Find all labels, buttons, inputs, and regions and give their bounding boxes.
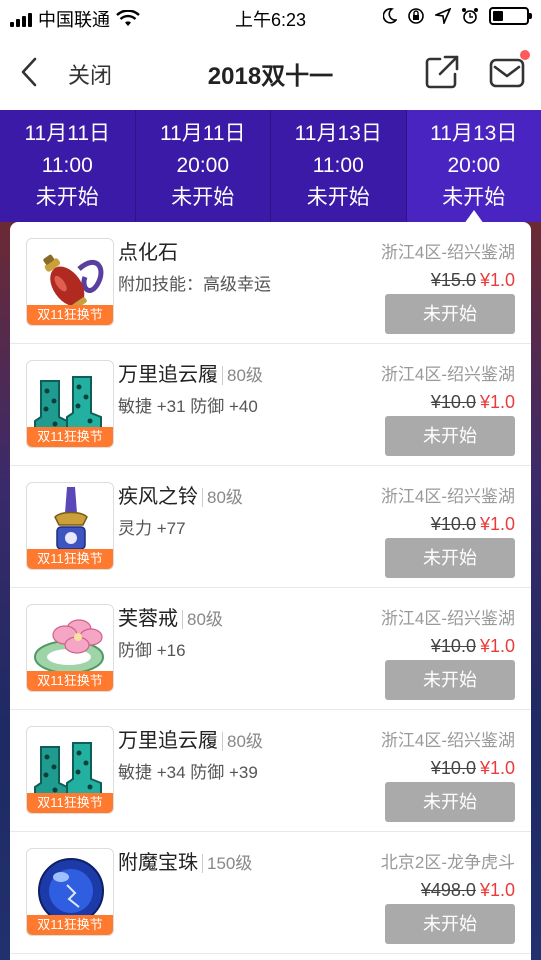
not-started-button[interactable]: 未开始 <box>385 538 515 578</box>
item-server: 浙江4区-绍兴鉴湖 <box>380 487 515 506</box>
sale-price: ¥1.0 <box>479 270 515 290</box>
original-price: ¥10.0 <box>430 636 476 656</box>
item-name: 万里追云履 80级 <box>118 724 263 753</box>
tab-status: 未开始 <box>306 186 370 209</box>
item-title: 附魔宝珠 <box>118 852 198 874</box>
tab-status: 未开始 <box>35 186 99 209</box>
messages-button[interactable] <box>488 50 530 90</box>
tab-date: 11月11日 <box>24 122 111 145</box>
tab-status: 未开始 <box>171 186 235 209</box>
session-tabs: 11月11日 11:00 未开始 11月11日 20:00 未开始 11月13日… <box>0 110 541 224</box>
tab-session-3[interactable]: 11月13日 11:00 未开始 <box>271 110 407 222</box>
sale-price: ¥1.0 <box>479 514 515 534</box>
battery-icon <box>489 7 532 25</box>
item-thumbnail: 双11狂换节 <box>26 726 114 814</box>
sale-price: ¥1.0 <box>479 636 515 656</box>
original-price: ¥10.0 <box>430 514 476 534</box>
item-name: 疾风之铃 80级 <box>118 480 243 509</box>
item-server: 浙江4区-绍兴鉴湖 <box>380 243 515 262</box>
item-attributes: 附加技能：高级幸运 <box>118 275 271 294</box>
item-title: 点化石 <box>118 242 178 264</box>
original-price: ¥15.0 <box>430 270 476 290</box>
list-item[interactable]: 双11狂换节 附魔宝珠 150级 北京2区-龙争虎斗 ¥498.0 ¥1.0 未开始 <box>10 832 531 954</box>
item-level: 80级 <box>222 732 263 751</box>
not-started-button[interactable]: 未开始 <box>385 782 515 822</box>
item-price: ¥10.0 ¥1.0 <box>431 636 515 657</box>
item-level: 80级 <box>182 610 223 629</box>
item-thumbnail: 双11狂换节 <box>26 848 114 936</box>
item-attributes: 敏捷 +31 防御 +40 <box>118 397 258 416</box>
item-title: 芙蓉戒 <box>118 608 178 630</box>
item-title: 万里追云履 <box>118 730 218 752</box>
original-price: ¥10.0 <box>430 392 476 412</box>
share-icon <box>425 55 459 89</box>
item-server: 浙江4区-绍兴鉴湖 <box>380 731 515 750</box>
item-name: 万里追云履 80级 <box>118 358 263 387</box>
tab-time: 11:00 <box>41 154 93 177</box>
list-item[interactable]: 双11狂换节 点化石 附加技能：高级幸运 浙江4区-绍兴鉴湖 ¥15.0 ¥1.0… <box>10 222 531 344</box>
tab-time: 11:00 <box>312 154 364 177</box>
promo-badge: 双11狂换节 <box>27 427 113 447</box>
item-thumbnail: 双11狂换节 <box>26 360 114 448</box>
item-level: 80级 <box>222 366 263 385</box>
original-price: ¥498.0 <box>420 880 476 900</box>
item-server: 北京2区-龙争虎斗 <box>380 853 515 872</box>
item-name: 芙蓉戒 80级 <box>118 602 223 631</box>
promo-badge: 双11狂换节 <box>27 793 113 813</box>
item-list: 双11狂换节 点化石 附加技能：高级幸运 浙江4区-绍兴鉴湖 ¥15.0 ¥1.0… <box>10 222 531 960</box>
location-icon <box>435 8 451 24</box>
tab-date: 11月13日 <box>294 122 382 145</box>
share-button[interactable] <box>424 54 460 90</box>
item-attributes: 防御 +16 <box>118 641 186 660</box>
status-bar: 中国联通 上午6:23 <box>0 0 541 34</box>
item-thumbnail: 双11狂换节 <box>26 482 114 570</box>
item-name: 点化石 <box>118 236 178 265</box>
nav-bar: 关闭 2018双十一 <box>0 34 541 110</box>
tab-time: 20:00 <box>447 154 501 177</box>
item-thumbnail: 双11狂换节 <box>26 238 114 326</box>
list-item[interactable]: 双11狂换节 万里追云履 80级 敏捷 +31 防御 +40 浙江4区-绍兴鉴湖 … <box>10 344 531 466</box>
alarm-icon <box>462 8 478 24</box>
list-item[interactable]: 双11狂换节 疾风之铃 80级 灵力 +77 浙江4区-绍兴鉴湖 ¥10.0 ¥1.… <box>10 466 531 588</box>
tab-time: 20:00 <box>176 154 230 177</box>
item-thumbnail: 双11狂换节 <box>26 604 114 692</box>
promo-badge: 双11狂换节 <box>27 549 113 569</box>
item-price: ¥10.0 ¥1.0 <box>431 514 515 535</box>
tab-date: 11月13日 <box>430 122 518 145</box>
not-started-button[interactable]: 未开始 <box>385 416 515 456</box>
item-attributes: 灵力 +77 <box>118 519 186 538</box>
item-title: 疾风之铃 <box>118 486 198 508</box>
item-name: 附魔宝珠 150级 <box>118 846 253 875</box>
not-started-button[interactable]: 未开始 <box>385 294 515 334</box>
promo-badge: 双11狂换节 <box>27 305 113 325</box>
tab-session-2[interactable]: 11月11日 20:00 未开始 <box>135 110 271 222</box>
item-server: 浙江4区-绍兴鉴湖 <box>380 609 515 628</box>
item-price: ¥498.0 ¥1.0 <box>421 880 515 901</box>
item-level: 80级 <box>202 488 243 507</box>
list-item[interactable]: 双11狂换节 万里追云履 80级 敏捷 +34 防御 +39 浙江4区-绍兴鉴湖 … <box>10 710 531 832</box>
item-price: ¥10.0 ¥1.0 <box>431 758 515 779</box>
status-icons <box>383 7 532 25</box>
item-attributes: 敏捷 +34 防御 +39 <box>118 763 258 782</box>
list-item[interactable]: 双11狂换节 芙蓉戒 80级 防御 +16 浙江4区-绍兴鉴湖 ¥10.0 ¥1.0… <box>10 588 531 710</box>
original-price: ¥10.0 <box>430 758 476 778</box>
sale-price: ¥1.0 <box>479 392 515 412</box>
tab-date: 11月11日 <box>159 122 246 145</box>
not-started-button[interactable]: 未开始 <box>385 904 515 944</box>
item-title: 万里追云履 <box>118 364 218 386</box>
promo-badge: 双11狂换节 <box>27 671 113 691</box>
sale-price: ¥1.0 <box>479 880 515 900</box>
moon-icon <box>383 8 397 24</box>
sale-price: ¥1.0 <box>479 758 515 778</box>
not-started-button[interactable]: 未开始 <box>385 660 515 700</box>
orientation-lock-icon <box>408 8 424 24</box>
item-price: ¥15.0 ¥1.0 <box>431 270 515 291</box>
tab-session-4[interactable]: 11月13日 20:00 未开始 <box>406 110 541 224</box>
item-price: ¥10.0 ¥1.0 <box>431 392 515 413</box>
unread-dot <box>520 50 530 60</box>
promo-badge: 双11狂换节 <box>27 915 113 935</box>
item-level: 150级 <box>202 854 253 873</box>
tab-session-1[interactable]: 11月11日 11:00 未开始 <box>0 110 136 222</box>
item-server: 浙江4区-绍兴鉴湖 <box>380 365 515 384</box>
